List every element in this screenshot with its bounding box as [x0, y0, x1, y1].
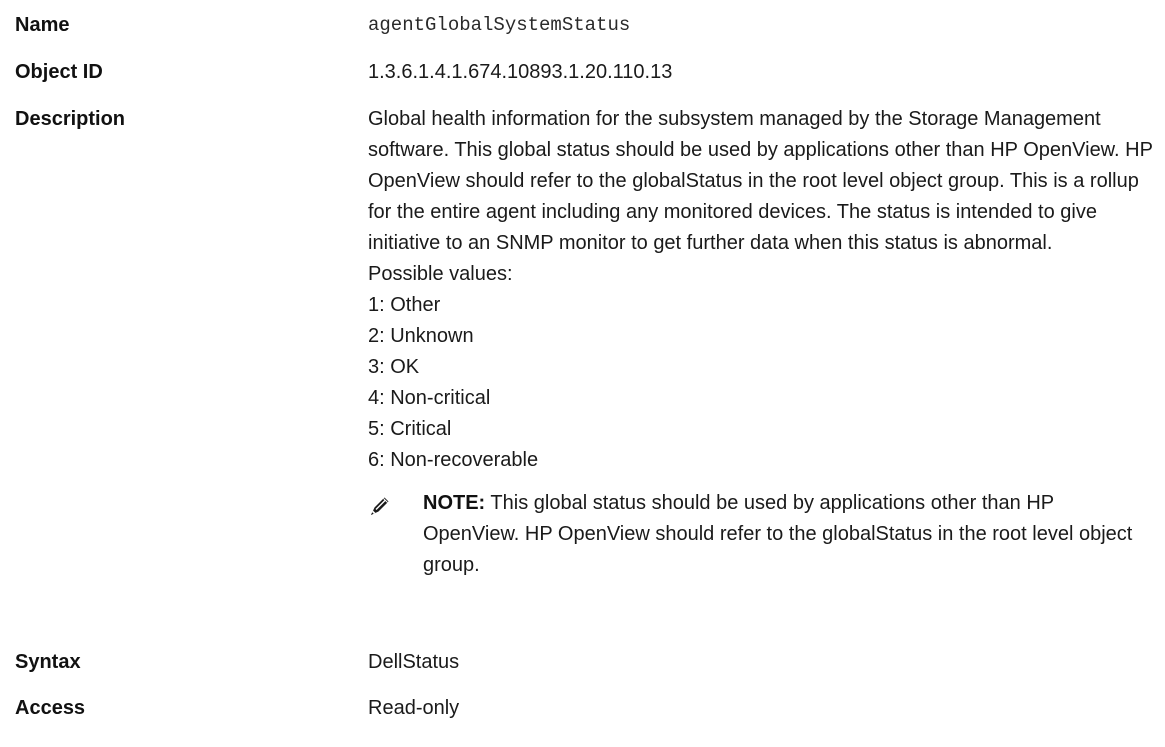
description-label: Description	[15, 108, 126, 130]
list-item: 1: Other	[368, 294, 441, 316]
name-label: Name	[15, 14, 70, 36]
object-id-label: Object ID	[15, 61, 103, 83]
list-item: 4: Non-critical	[368, 387, 491, 409]
access-value: Read-only	[368, 697, 460, 719]
note-text: This global status should be used by app…	[423, 492, 1133, 576]
name-value: agentGlobalSystemStatus	[368, 14, 631, 36]
list-item: 5: Critical	[368, 418, 452, 440]
object-id-value: 1.3.6.1.4.1.674.10893.1.20.110.13	[368, 61, 673, 83]
pencil-note-icon	[371, 497, 389, 515]
syntax-label: Syntax	[15, 651, 81, 673]
description-text: Global health information for the subsys…	[368, 108, 1153, 254]
possible-values-list: 1: Other 2: Unknown 3: OK 4: Non-critica…	[368, 290, 1155, 476]
list-item: 3: OK	[368, 356, 420, 378]
list-item: 2: Unknown	[368, 325, 474, 347]
syntax-value: DellStatus	[368, 651, 460, 673]
note-label: NOTE:	[423, 492, 486, 514]
list-item: 6: Non-recoverable	[368, 449, 539, 471]
note-block: NOTE: This global status should be used …	[368, 488, 1155, 581]
possible-values-heading: Possible values:	[368, 263, 513, 285]
access-label: Access	[15, 697, 86, 719]
description-value: Global health information for the subsys…	[368, 104, 1155, 581]
